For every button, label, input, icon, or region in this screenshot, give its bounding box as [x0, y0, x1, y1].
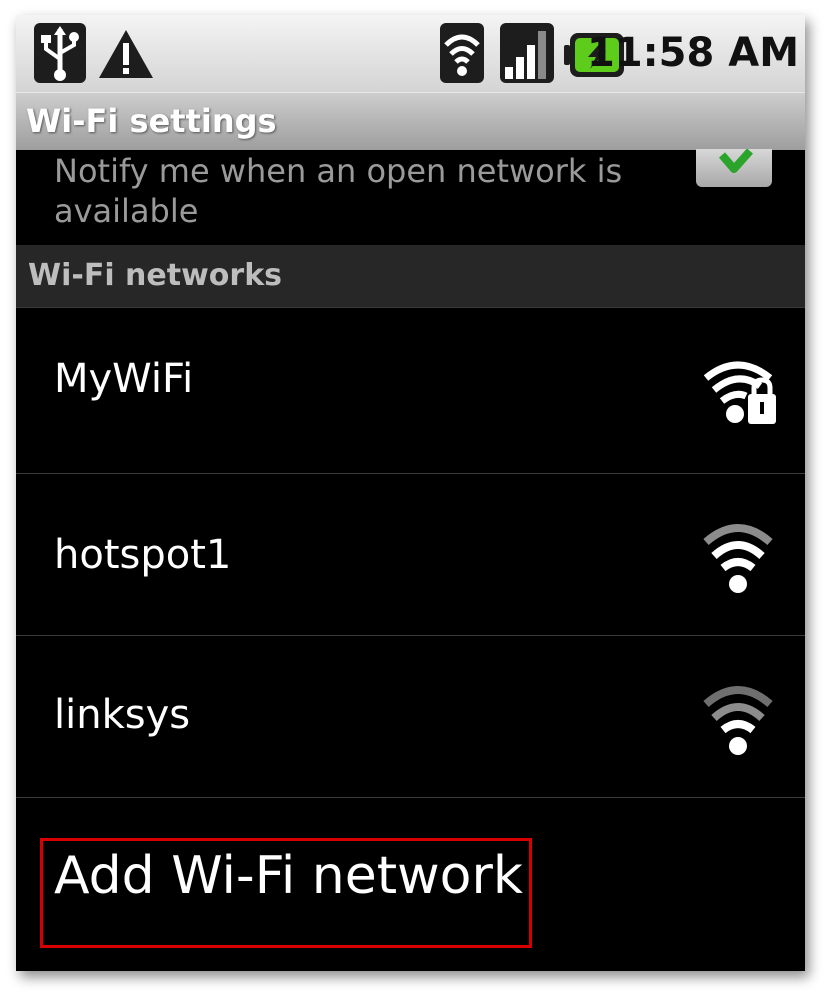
notify-open-network-label: Notify me when an open network is availa…	[54, 152, 623, 230]
network-row-linksys[interactable]: linksys	[16, 636, 805, 798]
add-wifi-network-row[interactable]: Add Wi-Fi network	[16, 798, 805, 971]
wifi-networks-header: Wi-Fi networks	[16, 245, 805, 308]
wifi-icon	[702, 518, 774, 598]
usb-icon	[34, 23, 86, 83]
section-header-label: Wi-Fi networks	[28, 258, 283, 293]
network-name: MyWiFi	[54, 356, 194, 402]
warning-icon	[96, 27, 156, 85]
checkmark-icon	[718, 148, 753, 173]
network-row-mywifi[interactable]: MyWiFi	[16, 308, 805, 474]
status-time: 11:58 AM	[586, 30, 799, 76]
network-name: linksys	[54, 692, 191, 738]
wifi-icon	[702, 680, 774, 760]
network-name: hotspot1	[54, 532, 232, 578]
status-bar: 11:58 AM	[16, 15, 805, 92]
wifi-status-icon	[440, 23, 484, 83]
title-bar: Wi-Fi settings	[16, 92, 805, 150]
notify-open-network-row[interactable]: Notify me when an open network is availa…	[16, 148, 805, 245]
wifi-lock-icon	[702, 356, 784, 432]
signal-strength-icon	[500, 23, 554, 83]
notify-open-network-checkbox[interactable]	[696, 148, 772, 187]
page-title: Wi-Fi settings	[26, 102, 277, 140]
phone-screen: 11:58 AM Wi-Fi settings Notify me when a…	[16, 15, 805, 971]
add-wifi-network-label: Add Wi-Fi network	[54, 846, 523, 906]
network-row-hotspot1[interactable]: hotspot1	[16, 474, 805, 636]
